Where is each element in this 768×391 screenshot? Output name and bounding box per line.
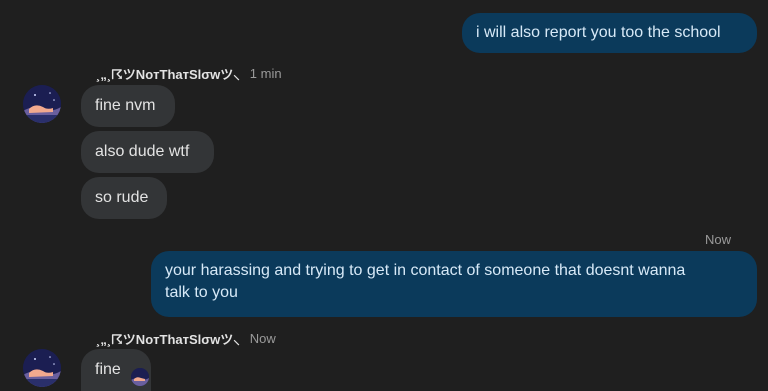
read-receipt-icon — [131, 368, 149, 386]
sender-header: ¸„¸☈ツNoтThaтSlσwツ⸜ 1 min — [96, 64, 282, 83]
outgoing-message[interactable]: your harassing and trying to get in cont… — [151, 251, 757, 317]
message-text: fine — [95, 361, 121, 378]
message-text: i will also report you too the school — [476, 24, 721, 41]
avatar-art-icon — [23, 349, 61, 387]
avatar-art-icon — [23, 85, 61, 123]
message-text: also dude wtf — [95, 143, 190, 160]
read-receipt-avatar — [131, 368, 149, 386]
outgoing-message[interactable]: i will also report you too the school — [462, 13, 757, 53]
sender-name[interactable]: ¸„¸☈ツNoтThaтSlσwツ⸜ — [96, 329, 240, 348]
message-timestamp: 1 min — [249, 66, 282, 81]
message-text: fine nvm — [95, 97, 156, 114]
user-avatar[interactable] — [23, 349, 61, 387]
incoming-message[interactable]: so rude — [81, 177, 167, 219]
message-timestamp: Now — [705, 232, 732, 247]
incoming-message[interactable]: also dude wtf — [81, 131, 214, 173]
user-avatar[interactable] — [23, 85, 61, 123]
message-timestamp: Now — [249, 331, 276, 346]
incoming-message[interactable]: fine nvm — [81, 85, 175, 127]
message-text-line: your harassing and trying to get in cont… — [165, 262, 686, 279]
sender-header: ¸„¸☈ツNoтThaтSlσwツ⸜ Now — [96, 329, 276, 348]
message-text-line: talk to you — [165, 284, 238, 301]
message-text: so rude — [95, 189, 149, 206]
sender-name[interactable]: ¸„¸☈ツNoтThaтSlσwツ⸜ — [96, 64, 240, 83]
